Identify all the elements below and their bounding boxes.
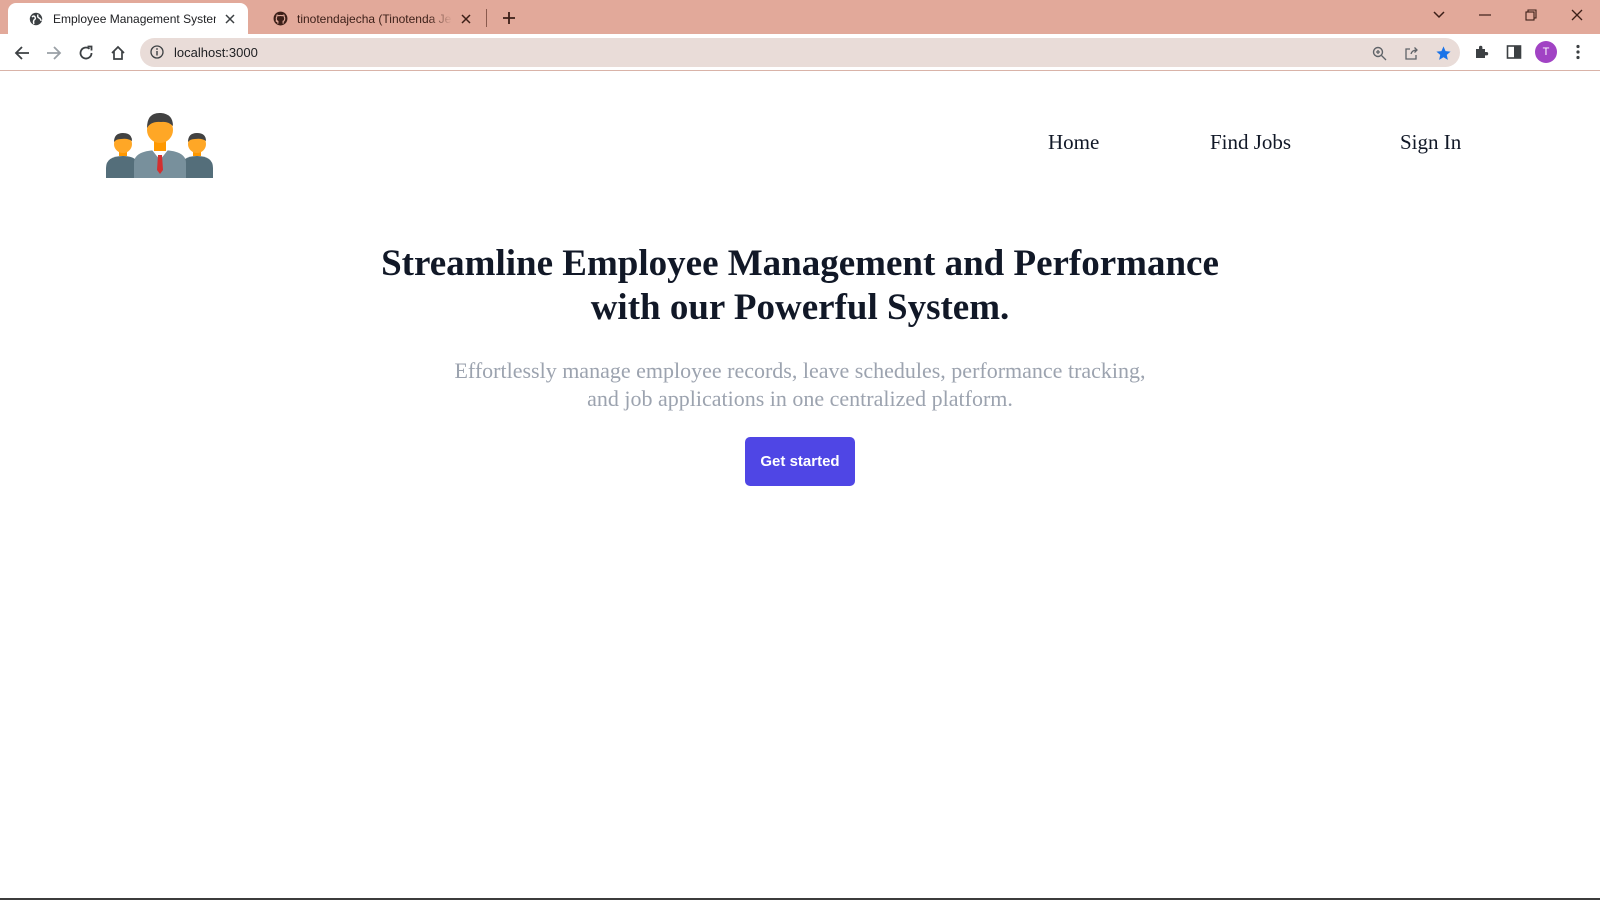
tab-title: tinotendajecha (Tinotenda Jecha): [297, 11, 452, 26]
nav-home-link[interactable]: Home: [1048, 130, 1099, 155]
hero-title: Streamline Employee Management and Perfo…: [300, 242, 1300, 330]
get-started-button[interactable]: Get started: [745, 437, 855, 486]
home-icon[interactable]: [104, 39, 132, 67]
hero-subtitle-line-1: Effortlessly manage employee records, le…: [454, 358, 1146, 383]
back-arrow-icon[interactable]: [8, 39, 36, 67]
hero-subtitle-line-2: and job applications in one centralized …: [587, 386, 1013, 411]
github-icon: [272, 11, 288, 27]
side-panel-icon[interactable]: [1504, 42, 1524, 62]
extensions-puzzle-icon[interactable]: [1472, 42, 1492, 62]
site-info-icon[interactable]: [150, 45, 166, 61]
address-url: localhost:3000: [174, 45, 258, 60]
nav-find-jobs-link[interactable]: Find Jobs: [1210, 130, 1291, 155]
tab-strip: Employee Management System tinotendajech…: [0, 0, 1600, 34]
team-people-icon[interactable]: [106, 108, 214, 178]
minimize-icon[interactable]: [1462, 0, 1508, 30]
close-window-icon[interactable]: [1554, 0, 1600, 30]
tab-separator: [486, 9, 487, 27]
tab-github[interactable]: tinotendajecha (Tinotenda Jecha): [252, 3, 484, 34]
profile-avatar[interactable]: T: [1535, 41, 1557, 63]
address-bar[interactable]: localhost:3000: [140, 38, 1460, 67]
reload-icon[interactable]: [72, 39, 100, 67]
tab-employee-management[interactable]: Employee Management System: [8, 3, 248, 34]
restore-icon[interactable]: [1508, 0, 1554, 30]
close-tab-icon[interactable]: [458, 11, 474, 27]
share-icon[interactable]: [1402, 44, 1420, 62]
zoom-icon[interactable]: [1370, 44, 1388, 62]
tab-search-chevron-icon[interactable]: [1416, 0, 1462, 30]
hero-subtitle: Effortlessly manage employee records, le…: [380, 357, 1220, 413]
web-page: Home Find Jobs Sign In Streamline Employ…: [0, 72, 1600, 900]
tab-title: Employee Management System: [53, 11, 216, 26]
hero-title-line-2: with our Powerful System.: [590, 287, 1010, 328]
bookmark-star-icon[interactable]: [1434, 44, 1452, 62]
close-tab-icon[interactable]: [222, 11, 238, 27]
browser-toolbar: localhost:3000 T: [0, 34, 1600, 71]
globe-icon: [28, 11, 44, 27]
forward-arrow-icon[interactable]: [40, 39, 68, 67]
new-tab-plus-icon[interactable]: [498, 7, 520, 29]
hero-title-line-1: Streamline Employee Management and Perfo…: [381, 243, 1219, 284]
more-menu-icon[interactable]: [1568, 42, 1588, 62]
nav-sign-in-link[interactable]: Sign In: [1400, 130, 1461, 155]
